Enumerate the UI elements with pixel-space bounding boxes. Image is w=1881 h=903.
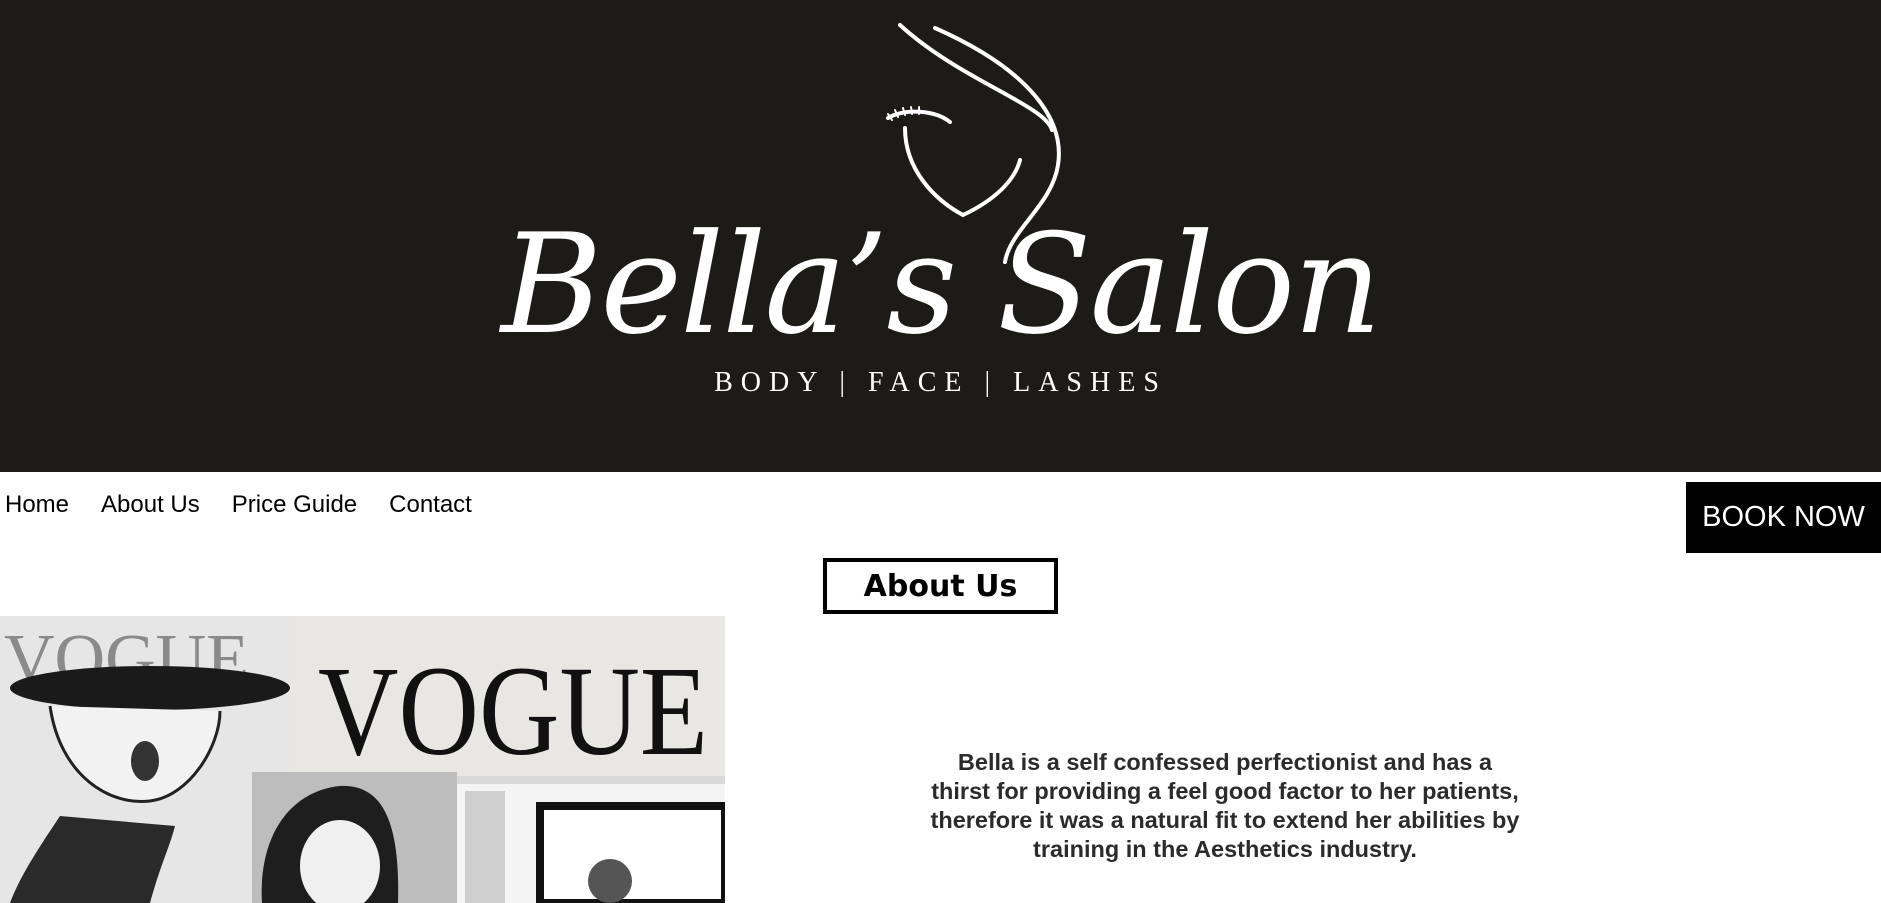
main-nav: Home About Us Price Guide Contact xyxy=(0,490,500,520)
nav-price-guide[interactable]: Price Guide xyxy=(232,490,357,520)
nav-home[interactable]: Home xyxy=(5,490,69,520)
nav-about-us[interactable]: About Us xyxy=(101,490,200,520)
about-description: Bella is a self confessed perfectionist … xyxy=(930,749,1520,862)
brand-tagline: BODY | FACE | LASHES xyxy=(714,367,1167,398)
page-title: About Us xyxy=(823,558,1058,614)
brand-name: Bella’s Salon xyxy=(500,204,1382,365)
site-header: Bella’s Salon BODY | FACE | LASHES xyxy=(0,0,1881,472)
book-now-button[interactable]: BOOK NOW xyxy=(1686,482,1881,553)
vogue-right-text: VOGUE xyxy=(318,640,708,782)
vogue-collage-image: VOGUE VOGUE xyxy=(0,616,725,903)
nav-contact[interactable]: Contact xyxy=(389,490,472,520)
